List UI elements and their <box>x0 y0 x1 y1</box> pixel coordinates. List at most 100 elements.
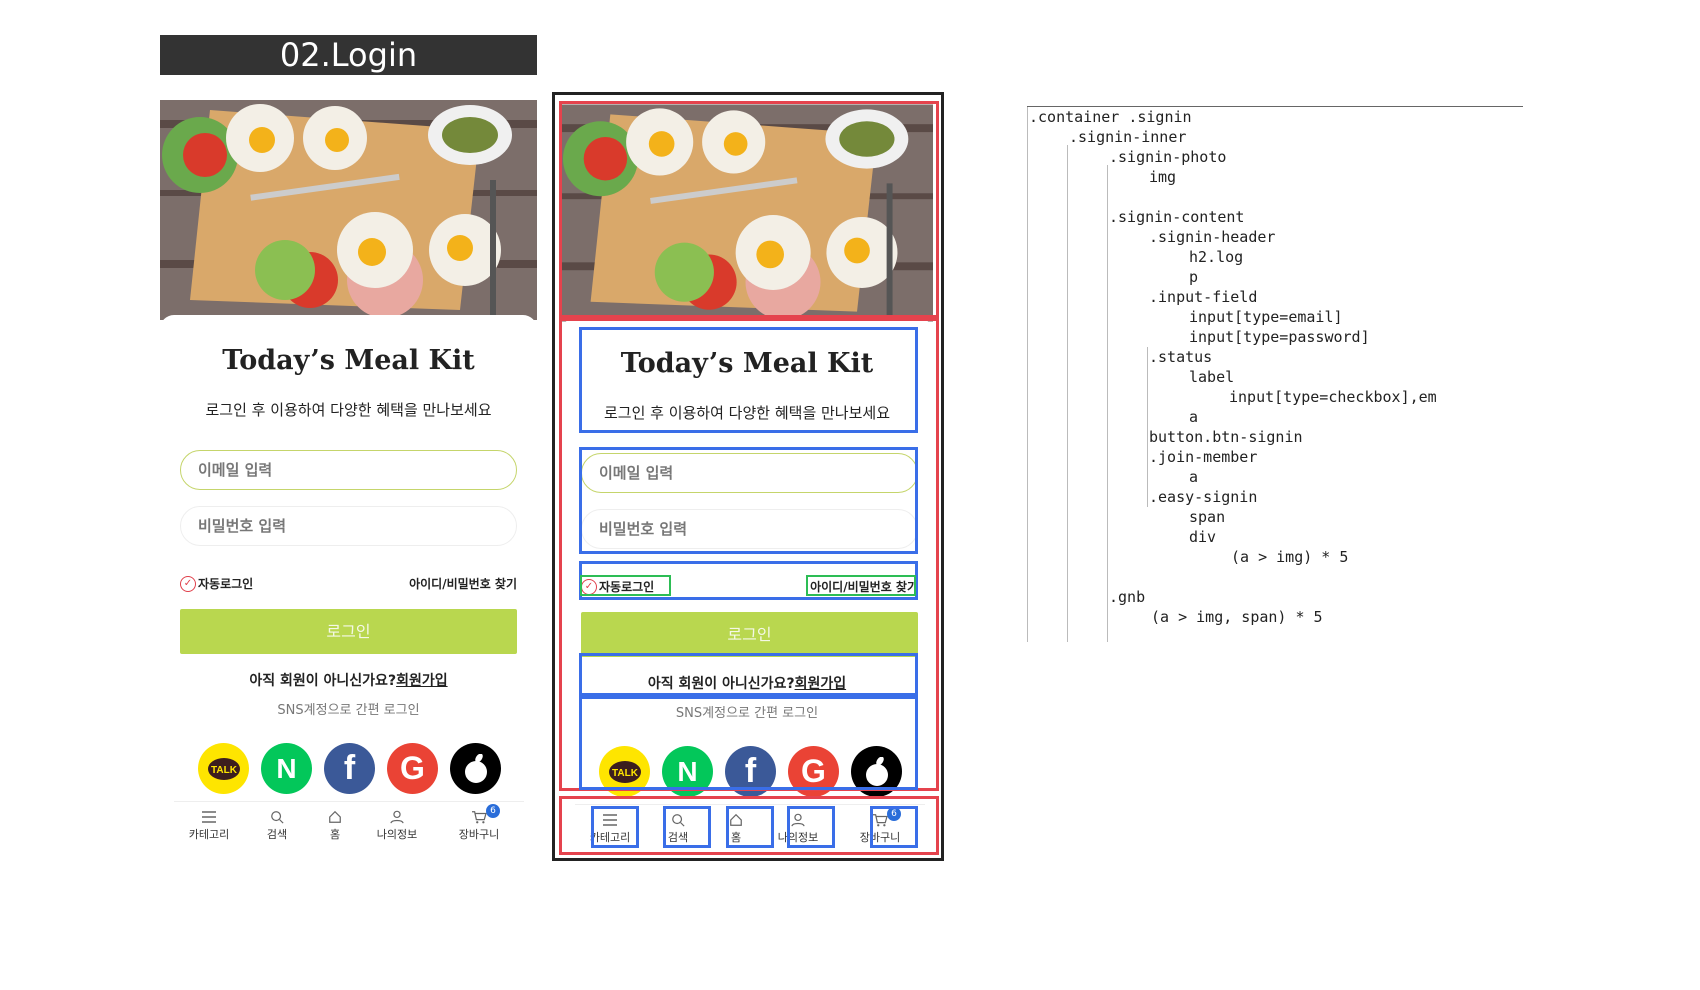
tree-line: img <box>1149 168 1177 186</box>
check-icon: ✓ <box>180 575 196 592</box>
search-icon <box>271 811 284 824</box>
tree-line: .join-member <box>1149 448 1258 466</box>
gnb-item-home[interactable]: 홈 <box>706 813 766 845</box>
tree-line: (a > img) * 5 <box>1231 548 1349 566</box>
gnb-item-category[interactable]: 카테고리 <box>179 810 239 842</box>
gnb-item-search[interactable]: 검색 <box>247 810 307 842</box>
tree-line: input[type=email] <box>1189 308 1343 326</box>
naver-text: N <box>276 752 297 784</box>
gnb-label: 검색 <box>667 831 689 844</box>
status-row: ✓ 자동로그인 아이디/비밀번호 찾기 <box>180 575 517 593</box>
tree-line: .signin-inner <box>1069 128 1187 146</box>
kakao-talk-text: TALK <box>612 768 639 779</box>
find-account-link[interactable]: 아이디/비밀번호 찾기 <box>409 575 517 592</box>
tree-line: a <box>1189 468 1199 486</box>
signin-subtitle: 로그인 후 이용하여 다양한 혜택을 만나보세요 <box>603 404 891 422</box>
food-photo <box>561 104 933 322</box>
tree-line: input[type=password] <box>1189 328 1370 346</box>
password-input[interactable]: 비밀번호 입력 <box>180 506 517 546</box>
signin-photo <box>561 103 933 323</box>
check-icon: ✓ <box>581 578 597 595</box>
kakao-talk-icon[interactable]: TALK <box>198 743 249 794</box>
cart-badge: 6 <box>887 807 901 821</box>
brand-title: Today’s Meal Kit <box>222 345 475 376</box>
gnb-label: 홈 <box>730 831 742 844</box>
signin-content: Today’s Meal Kit 로그인 후 이용하여 다양한 혜택을 만나보세… <box>561 318 933 855</box>
gnb-label: 장바구니 <box>458 828 500 841</box>
gnb-item-search[interactable]: 검색 <box>648 813 708 845</box>
phone-annotated: Today’s Meal Kit 로그인 후 이용하여 다양한 혜택을 만나보세… <box>561 103 933 855</box>
tree-line: .input-field <box>1149 288 1258 306</box>
food-photo <box>160 100 537 320</box>
gnb: 카테고리 검색 홈 나의정보 6 장바구니 <box>174 801 524 850</box>
gnb: 카테고리 검색 홈 나의정보 6 장바구니 <box>575 804 925 854</box>
status-row: ✓ 자동로그인 아이디/비밀번호 찾기 <box>581 578 918 596</box>
signin-content: Today’s Meal Kit 로그인 후 이용하여 다양한 혜택을 만나보세… <box>160 315 537 850</box>
tree-line: (a > img, span) * 5 <box>1151 608 1323 626</box>
search-icon <box>672 814 685 827</box>
google-text: G <box>801 753 826 789</box>
menu-icon <box>202 811 216 823</box>
tree-line: .signin-photo <box>1109 148 1227 166</box>
auto-login-label: 자동로그인 <box>198 577 254 591</box>
auto-login-checkbox[interactable]: ✓ 자동로그인 <box>180 575 253 592</box>
home-icon <box>730 813 742 826</box>
menu-icon <box>603 814 617 826</box>
join-member: 아직 회원이 아니신가요?회원가입 <box>561 673 933 693</box>
gnb-label: 카테고리 <box>589 831 631 844</box>
tree-line: h2.log <box>1189 248 1244 266</box>
gnb-item-my-info[interactable]: 나의정보 <box>768 813 828 845</box>
apple-icon[interactable] <box>851 746 902 797</box>
google-text: G <box>400 750 425 786</box>
google-icon[interactable]: G <box>387 743 438 794</box>
sns-label: SNS계정으로 간편 로그인 <box>675 706 819 721</box>
join-link[interactable]: 회원가입 <box>396 673 448 689</box>
tree-line: input[type=checkbox],em <box>1229 388 1437 406</box>
naver-icon[interactable]: N <box>261 743 312 794</box>
easy-signin: TALK N f G <box>599 746 902 797</box>
gnb-item-cart[interactable]: 6 장바구니 <box>449 804 509 842</box>
tree-line: .gnb <box>1109 588 1146 606</box>
find-account-link[interactable]: 아이디/비밀번호 찾기 <box>810 578 918 595</box>
naver-icon[interactable]: N <box>662 746 713 797</box>
signin-photo <box>160 100 537 320</box>
facebook-icon[interactable]: f <box>324 743 375 794</box>
kakao-talk-icon[interactable]: TALK <box>599 746 650 797</box>
password-input[interactable]: 비밀번호 입력 <box>581 509 918 549</box>
gnb-label: 장바구니 <box>859 831 901 844</box>
gnb-item-home[interactable]: 홈 <box>305 810 365 842</box>
tree-line: a <box>1189 408 1199 426</box>
auto-login-checkbox[interactable]: ✓ 자동로그인 <box>581 578 654 595</box>
gnb-item-my-info[interactable]: 나의정보 <box>367 810 427 842</box>
gnb-item-category[interactable]: 카테고리 <box>580 813 640 845</box>
tree-line: div <box>1189 528 1217 546</box>
facebook-text: f <box>744 752 757 790</box>
email-input[interactable]: 이메일 입력 <box>180 450 517 490</box>
user-icon <box>791 813 805 827</box>
gnb-label: 검색 <box>266 828 288 841</box>
apple-icon[interactable] <box>450 743 501 794</box>
auto-login-label: 자동로그인 <box>599 580 655 594</box>
join-link[interactable]: 회원가입 <box>795 676 847 692</box>
kakao-talk-text: TALK <box>211 765 238 776</box>
gnb-item-cart[interactable]: 6 장바구니 <box>850 807 910 845</box>
tree-line: .status <box>1149 348 1213 366</box>
gnb-label: 카테고리 <box>188 828 230 841</box>
brand-title: Today’s Meal Kit <box>620 348 874 379</box>
facebook-text: f <box>343 749 356 787</box>
email-input[interactable]: 이메일 입력 <box>581 453 918 493</box>
phone-preview: Today’s Meal Kit 로그인 후 이용하여 다양한 혜택을 만나보세… <box>160 100 537 850</box>
tree-line: span <box>1189 508 1226 526</box>
signin-button[interactable]: 로그인 <box>180 609 517 654</box>
facebook-icon[interactable]: f <box>725 746 776 797</box>
gnb-label: 홈 <box>329 828 341 841</box>
tree-line: .container .signin <box>1029 108 1192 126</box>
signin-button[interactable]: 로그인 <box>581 612 918 657</box>
join-question: 아직 회원이 아니신가요? <box>647 676 795 692</box>
tree-line: .easy-signin <box>1149 488 1258 506</box>
stage: 02.Login Today’s Meal Kit 로그인 후 이용하여 다양한… <box>0 0 1700 990</box>
google-icon[interactable]: G <box>788 746 839 797</box>
tree-line: p <box>1189 268 1199 286</box>
section-title: 02.Login <box>160 35 537 75</box>
signin-subtitle: 로그인 후 이용하여 다양한 혜택을 만나보세요 <box>205 401 492 419</box>
